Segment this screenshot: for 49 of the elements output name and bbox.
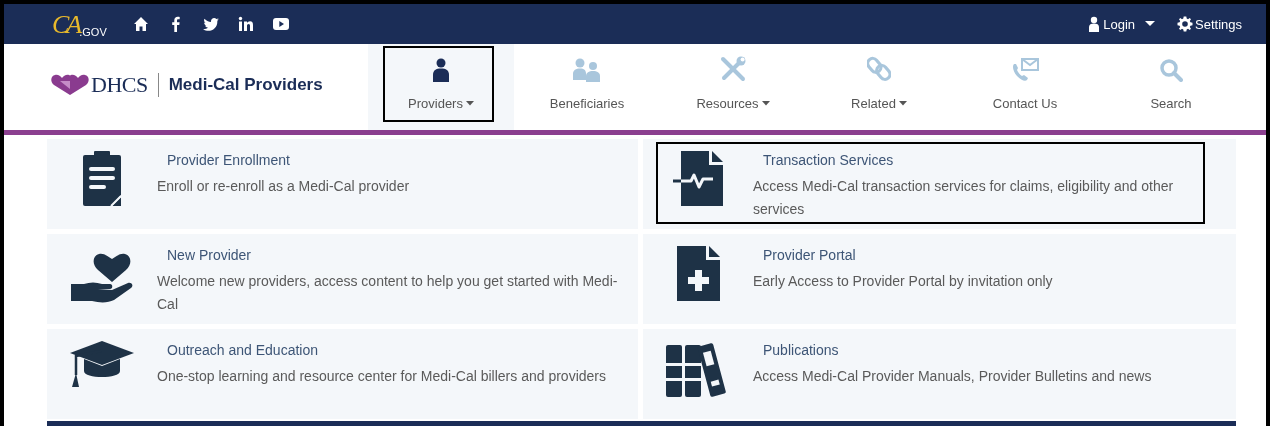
linkedin-icon[interactable] (237, 16, 254, 32)
menu-card[interactable]: Provider Portal Early Access to Provider Portal by invitation only (643, 234, 1236, 324)
graduation-cap-icon (70, 341, 134, 387)
medical-document-icon (676, 246, 720, 302)
person-icon (1089, 16, 1100, 32)
tools-icon (720, 56, 746, 82)
nav-item[interactable]: Beneficiaries (514, 44, 660, 130)
settings-icon (1177, 16, 1193, 32)
menu-card[interactable]: Publications Access Medi-Cal Provider Manuals, Provider Bulletins and news (643, 329, 1236, 419)
settings-link[interactable]: Settings (1177, 16, 1242, 32)
card-description: Enroll or re-enroll as a Medi-Cal provider (157, 177, 410, 196)
card-description: Access Medi-Cal transaction services for claims, eligibility and other services (753, 177, 1175, 219)
medical-document-icon (673, 151, 723, 207)
card-description: Early Access to Provider Portal by invitation only (753, 272, 1053, 291)
menu-card[interactable]: Provider Enrollment Enroll or re-enroll as a Medi-Cal provider (47, 139, 638, 229)
nav-item[interactable]: Providers (368, 44, 514, 130)
card-description: One-stop learning and resource center for Medi-Cal billers and providers (157, 367, 606, 386)
ca-gov-logo[interactable]: CA.GOV (52, 8, 107, 40)
card-title: Outreach and Education (167, 342, 319, 358)
nav-item[interactable]: Contact Us (952, 44, 1098, 130)
card-title: Provider Enrollment (167, 152, 291, 168)
heart-logo-icon (50, 74, 90, 96)
nav-item[interactable]: Search (1098, 44, 1244, 130)
card-description: Welcome new providers, access content to help you get started with Medi-Cal (157, 272, 619, 314)
menu-card[interactable]: Transaction Services Access Medi-Cal transaction services for claims, eligibility and other services (643, 139, 1236, 229)
card-title: Publications (763, 342, 840, 358)
menu-card[interactable]: New Provider Welcome new providers, access content to help you get started with Medi-Cal (47, 234, 638, 324)
link-icon (867, 56, 891, 82)
home-icon[interactable] (132, 16, 149, 32)
menu-card[interactable]: Outreach and Education One-stop learning and resource center for Medi-Cal billers and providers (47, 329, 638, 419)
card-title: New Provider (167, 247, 253, 263)
logo-text: .GOV (79, 26, 107, 38)
card-title: Provider Portal (763, 247, 857, 263)
twitter-icon[interactable] (202, 16, 219, 32)
card-title: Transaction Services (763, 152, 895, 168)
logo-mark: CA (52, 10, 80, 40)
login-link[interactable]: Login (1089, 16, 1155, 32)
agency-name: DHCS (91, 72, 148, 98)
card-description: Access Medi-Cal Provider Manuals, Provider Bulletins and news (753, 367, 1152, 386)
phone-mail-icon (1010, 58, 1040, 82)
youtube-icon[interactable] (272, 16, 289, 32)
person-icon (433, 58, 449, 82)
site-title: Medi-Cal Providers (168, 75, 323, 95)
search-icon (1159, 58, 1183, 82)
clipboard-icon (82, 151, 122, 207)
caret-icon (1145, 21, 1155, 27)
nav-item[interactable]: Related (806, 44, 952, 130)
nav-item[interactable]: Resources (660, 44, 806, 130)
people-icon (573, 58, 601, 82)
